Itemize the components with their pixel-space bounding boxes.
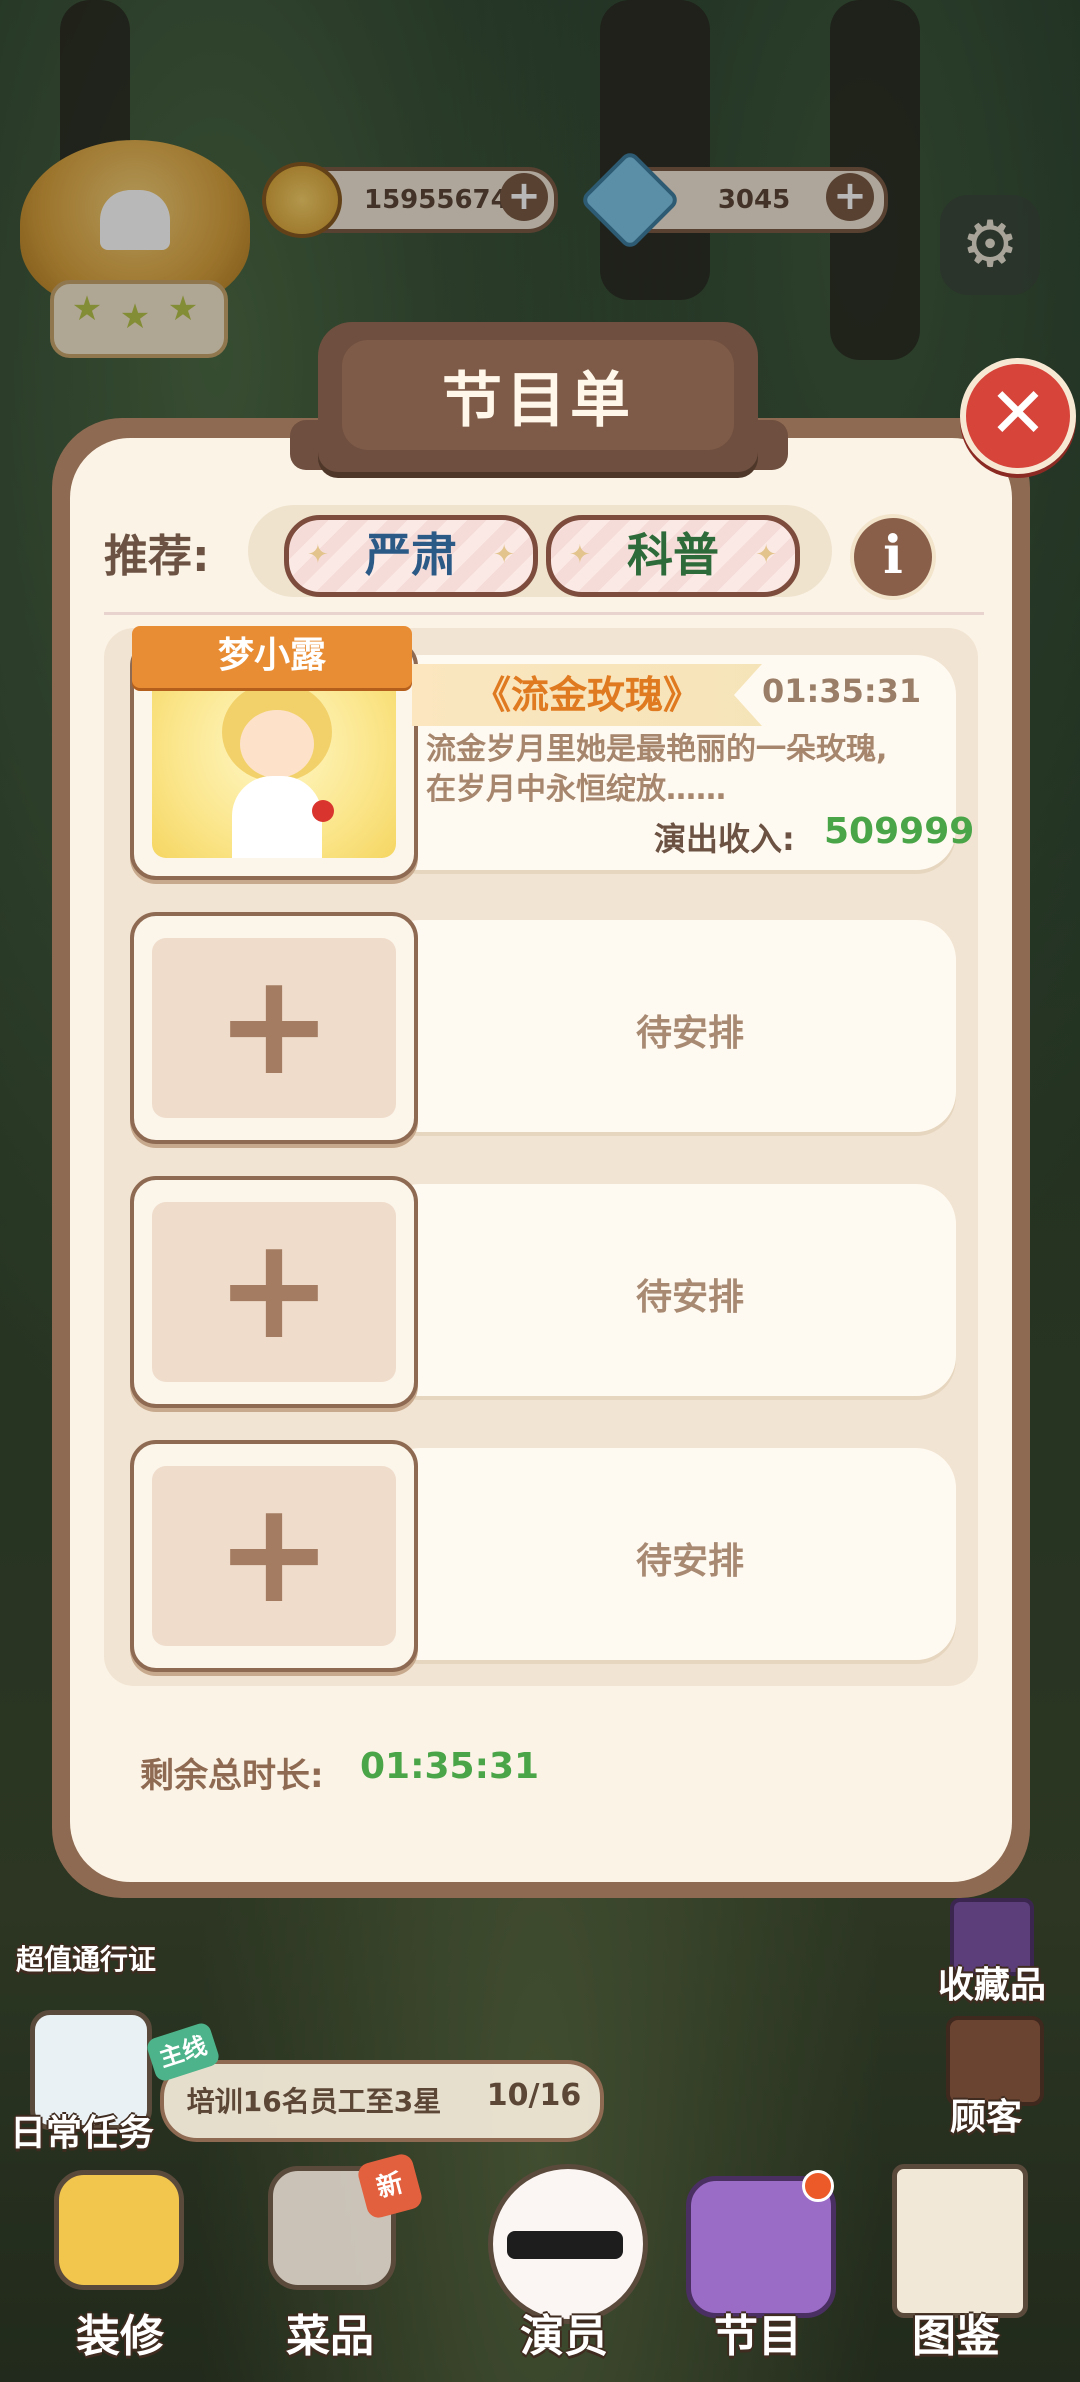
nav-actors[interactable]: 演员 (474, 2300, 654, 2364)
remaining-time-value: 01:35:31 (360, 1746, 540, 1787)
sparkle-icon: ✦ (755, 540, 777, 570)
description-line: 流金岁月里她是最艳丽的一朵玫瑰, (426, 732, 888, 767)
rose-icon (312, 800, 334, 822)
sunglasses-icon (507, 2231, 623, 2259)
slot-placeholder: + (152, 938, 396, 1118)
plus-icon: + (215, 944, 333, 1107)
income-label: 演出收入: (654, 820, 795, 858)
quest-text: 培训16名员工至3星 (186, 2085, 442, 2118)
nav-gallery[interactable]: 图鉴 (866, 2300, 1046, 2364)
remaining-time-label: 剩余总时长: (140, 1756, 324, 1796)
program-title: 《流金玫瑰》 (412, 664, 762, 726)
add-program-button[interactable]: + (130, 912, 418, 1144)
tag-science-label: 科普 (627, 528, 719, 582)
battle-pass-label[interactable]: 超值通行证 (16, 1938, 156, 1978)
recommend-label: 推荐: (104, 531, 210, 582)
info-button[interactable]: i (850, 514, 936, 600)
sparkle-icon: ✦ (493, 540, 515, 570)
portrait-face (240, 710, 314, 778)
tag-serious: ✦ 严肃 ✦ (284, 515, 538, 597)
main-quest-bar[interactable]: 培训16名员工至3星 10/16 (160, 2060, 604, 2142)
add-program-button[interactable]: + (130, 1176, 418, 1408)
daily-tasks-label[interactable]: 日常任务 (10, 2104, 154, 2156)
nav-dishes[interactable]: 菜品 (240, 2300, 420, 2364)
program-duration: 01:35:31 (762, 672, 922, 710)
description-line: 在岁月中永恒绽放…… (426, 772, 726, 807)
decorate-icon[interactable] (54, 2170, 184, 2290)
program-description: 流金岁月里她是最艳丽的一朵玫瑰, 在岁月中永恒绽放…… (426, 730, 946, 810)
sparkle-icon: ✦ (307, 540, 329, 570)
pending-label: 待安排 (635, 1013, 744, 1054)
performer-name: 梦小露 (132, 626, 412, 688)
close-button[interactable]: ✕ (960, 358, 1076, 474)
close-icon: ✕ (988, 372, 1048, 454)
nav-decorate[interactable]: 装修 (30, 2300, 210, 2364)
income-value: 509999 (824, 811, 975, 852)
slot-placeholder: + (152, 1466, 396, 1646)
info-icon: i (883, 525, 903, 586)
quest-progress: 10/16 (486, 2078, 582, 2113)
pending-label: 待安排 (635, 1277, 744, 1318)
collection-label[interactable]: 收藏品 (938, 1956, 1046, 2008)
divider (104, 612, 984, 615)
slot-placeholder: + (152, 1202, 396, 1382)
tag-serious-label: 严肃 (365, 528, 457, 582)
add-program-button[interactable]: + (130, 1440, 418, 1672)
tag-science: ✦ 科普 ✦ (546, 515, 800, 597)
notification-dot (802, 2170, 834, 2202)
plus-icon: + (215, 1208, 333, 1371)
customers-label[interactable]: 顾客 (950, 2088, 1022, 2140)
sparkle-icon: ✦ (569, 540, 591, 570)
performer-portrait (152, 672, 396, 858)
dialog-title: 节目单 (442, 366, 634, 436)
portrait-dress (232, 776, 322, 858)
album-icon[interactable] (892, 2164, 1028, 2318)
pending-label: 待安排 (635, 1541, 744, 1582)
nav-programs[interactable]: 节目 (668, 2300, 848, 2364)
plus-icon: + (215, 1472, 333, 1635)
